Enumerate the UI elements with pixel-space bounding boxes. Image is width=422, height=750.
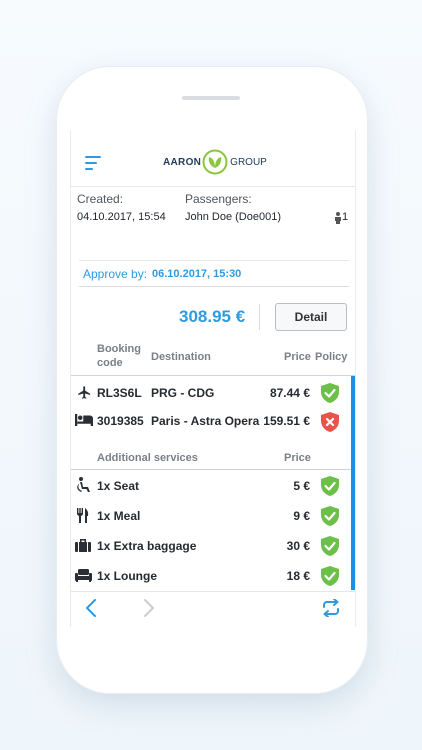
service-price: 30 € bbox=[286, 539, 310, 553]
policy-ok-shield-icon bbox=[321, 506, 339, 526]
refresh-icon[interactable] bbox=[321, 599, 341, 617]
logo-text-group: GROUP bbox=[230, 156, 267, 168]
baggage-icon bbox=[75, 539, 91, 552]
approve-label: Approve by: bbox=[83, 267, 148, 281]
company-logo: AARON GROUP bbox=[163, 148, 267, 176]
policy-violation-shield-icon bbox=[321, 412, 339, 432]
table-row[interactable]: RL3S6L PRG - CDG 87.44 € bbox=[71, 378, 351, 408]
policy-ok-shield-icon bbox=[321, 383, 339, 403]
toolbar-divider bbox=[71, 591, 355, 592]
info-divider bbox=[79, 260, 349, 261]
leaf-logo-icon bbox=[202, 149, 228, 175]
column-header-policy: Policy bbox=[315, 351, 348, 363]
column-header-price: Price bbox=[284, 351, 311, 363]
list-item[interactable]: 1x Extra baggage 30 € bbox=[71, 531, 351, 561]
approve-date: 06.10.2017, 15:30 bbox=[152, 268, 242, 280]
approve-divider bbox=[79, 286, 349, 287]
created-label: Created: bbox=[77, 192, 124, 206]
passengers-value: John Doe (Doe001) bbox=[185, 211, 282, 223]
bed-icon bbox=[75, 414, 93, 426]
service-label: 1x Lounge bbox=[97, 569, 158, 583]
lounge-icon bbox=[75, 569, 92, 582]
list-item[interactable]: 1x Seat 5 € bbox=[71, 471, 351, 501]
booking-code: 3019385 bbox=[97, 414, 144, 428]
service-label: 1x Meal bbox=[97, 509, 141, 523]
passengers-label: Passengers: bbox=[185, 192, 252, 206]
forward-chevron-icon[interactable] bbox=[143, 599, 155, 617]
phone-speaker bbox=[182, 96, 240, 100]
services-price-header: Price bbox=[284, 452, 311, 464]
logo-text-aaron: AARON bbox=[163, 156, 202, 168]
policy-ok-shield-icon bbox=[321, 566, 339, 586]
header-divider bbox=[71, 186, 355, 187]
service-price: 5 € bbox=[293, 479, 310, 493]
table-header-divider bbox=[71, 375, 355, 376]
seat-icon bbox=[77, 477, 90, 492]
passenger-count: 1 bbox=[342, 211, 349, 223]
booking-code: RL3S6L bbox=[97, 386, 142, 400]
service-label: 1x Extra baggage bbox=[97, 539, 197, 553]
total-price: 308.95 € bbox=[179, 307, 246, 326]
person-icon bbox=[335, 212, 341, 224]
policy-ok-shield-icon bbox=[321, 536, 339, 556]
service-price: 9 € bbox=[293, 509, 310, 523]
destination: PRG - CDG bbox=[151, 386, 215, 400]
services-header: Additional services bbox=[97, 452, 198, 464]
service-price: 18 € bbox=[286, 569, 310, 583]
booking-header-line1: Booking bbox=[97, 343, 141, 355]
destination: Paris - Astra Opera bbox=[151, 414, 260, 428]
list-item[interactable]: 1x Lounge 18 € bbox=[71, 561, 351, 591]
column-header-booking-code: Booking code bbox=[97, 342, 141, 370]
price: 159.51 € bbox=[263, 414, 310, 428]
back-chevron-icon[interactable] bbox=[85, 599, 97, 617]
created-value: 04.10.2017, 15:54 bbox=[77, 211, 166, 223]
list-item[interactable]: 1x Meal 9 € bbox=[71, 501, 351, 531]
booking-header-line2: code bbox=[97, 357, 123, 369]
column-header-destination: Destination bbox=[151, 351, 211, 363]
plane-icon bbox=[78, 386, 91, 399]
total-separator bbox=[259, 304, 260, 330]
detail-button[interactable]: Detail bbox=[275, 303, 347, 331]
services-divider bbox=[71, 469, 351, 470]
menu-icon[interactable] bbox=[85, 156, 101, 170]
table-row[interactable]: 3019385 Paris - Astra Opera 159.51 € bbox=[71, 406, 351, 436]
policy-ok-shield-icon bbox=[321, 476, 339, 496]
selection-bar bbox=[351, 376, 355, 590]
price: 87.44 € bbox=[269, 386, 310, 400]
app-screen: AARON GROUP Created: 04.10.2017, 15:54 P… bbox=[70, 130, 356, 627]
meal-icon bbox=[77, 508, 89, 523]
service-label: 1x Seat bbox=[97, 479, 140, 493]
